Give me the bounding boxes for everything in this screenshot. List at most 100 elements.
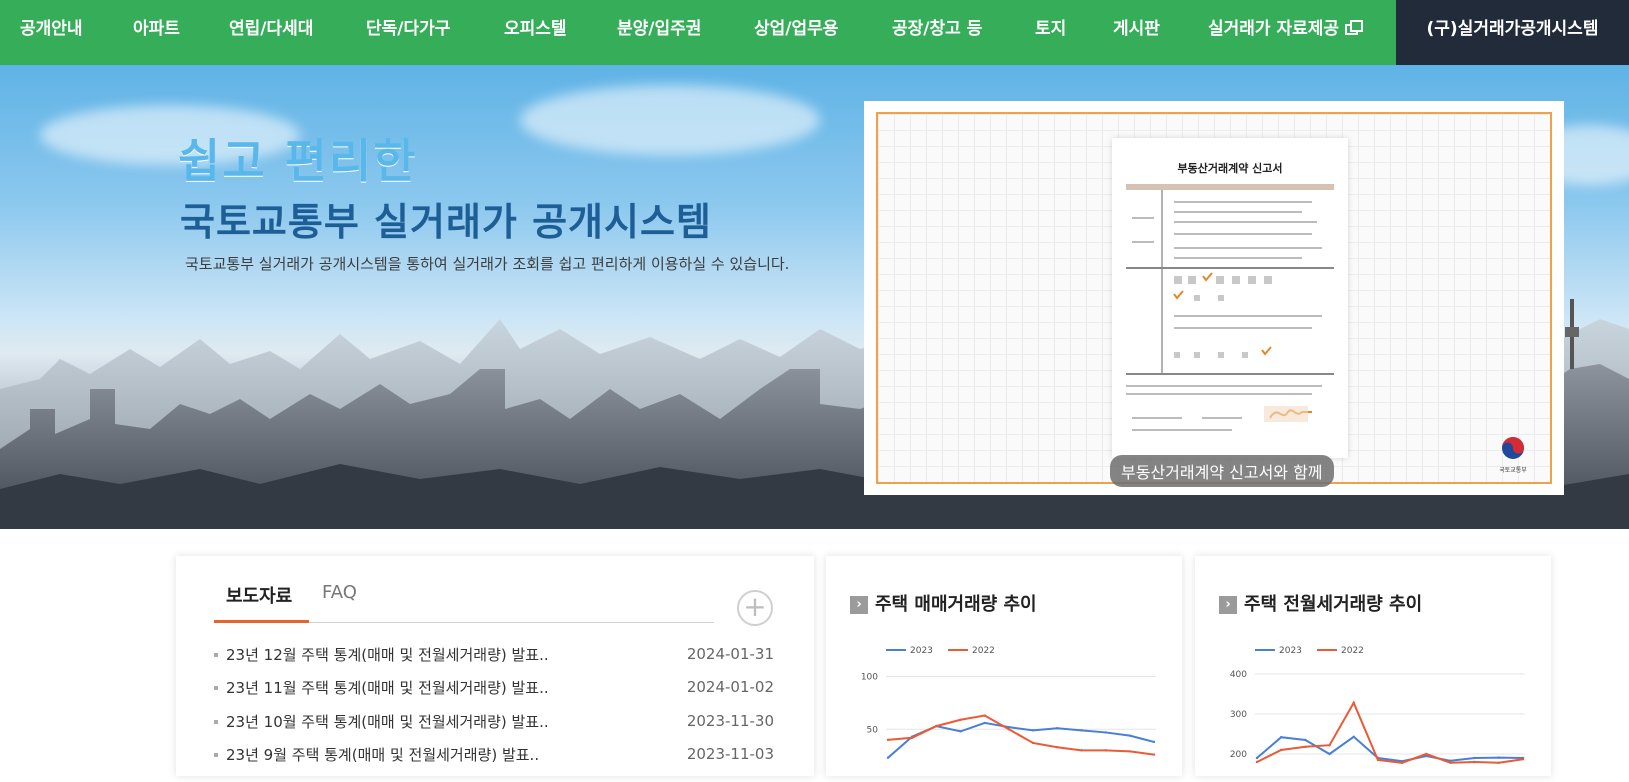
data-point	[1521, 758, 1525, 761]
data-point	[1304, 745, 1307, 748]
old-system-label: (구)실거래가공개시스템	[1426, 19, 1599, 39]
nav-item-label: 공장/창고 등	[892, 19, 983, 39]
bullet-icon	[214, 686, 218, 690]
data-point	[1128, 734, 1132, 737]
news-list-item[interactable]: 23년 9월 주택 통계(매매 및 전월세거래량) 발표.. 2023-11-0…	[214, 744, 774, 768]
data-point	[1056, 727, 1059, 730]
chart-title[interactable]: › 주택 전월세거래량 추이	[1219, 590, 1422, 616]
data-point	[1152, 753, 1156, 756]
data-point	[886, 756, 890, 759]
data-point	[1352, 701, 1355, 704]
nav-item-presale[interactable]: 분양/입주권	[617, 0, 701, 65]
news-title: 23년 10월 주택 통계(매매 및 전월세거래량) 발표..	[226, 713, 549, 731]
series-line-2023	[1256, 735, 1524, 763]
cloud	[520, 85, 820, 155]
promo-video[interactable]: 부동산거래계약 신고서 부동산거래계약 신고서와 함께 국토교통부	[864, 101, 1564, 495]
bullet-icon	[214, 720, 218, 724]
nav-item-factory[interactable]: 공장/창고 등	[892, 0, 982, 65]
news-title: 23년 9월 주택 통계(매매 및 전월세거래량) 발표..	[226, 746, 540, 764]
nav-item-label: 분양/입주권	[617, 19, 702, 39]
external-link-icon	[1345, 20, 1364, 35]
data-point	[1255, 756, 1259, 760]
series-line-2022	[887, 714, 1155, 756]
data-point	[1056, 746, 1059, 749]
nav-item-label: 단독/다가구	[366, 19, 451, 39]
y-tick-label: 100	[861, 673, 878, 683]
contract-document-illustration: 부동산거래계약 신고서	[1112, 138, 1348, 458]
legend-label: 2022	[1341, 646, 1364, 656]
rent-volume-chart-panel: › 주택 전월세거래량 추이 2023 2022 200 300 400	[1195, 556, 1551, 776]
news-title: 23년 11월 주택 통계(매매 및 전월세거래량) 발표..	[226, 679, 549, 697]
news-list-item[interactable]: 23년 11월 주택 통계(매매 및 전월세거래량) 발표.. 2024-01-…	[214, 677, 774, 701]
hero-title-line1: 쉽고 편리한	[178, 134, 418, 188]
data-point	[1473, 756, 1476, 760]
data-point	[1376, 758, 1380, 762]
data-point	[1080, 729, 1083, 732]
data-point	[1080, 749, 1083, 752]
plus-circle-icon[interactable]: +	[737, 590, 773, 626]
data-point	[910, 736, 914, 739]
tab-active-indicator	[214, 620, 309, 623]
data-point	[1104, 749, 1107, 752]
video-caption: 부동산거래계약 신고서와 함께	[1110, 455, 1334, 487]
nav-item-officetel[interactable]: 오피스텔	[504, 0, 567, 65]
news-date: 2024-01-31	[686, 645, 774, 663]
data-point	[983, 721, 986, 725]
nav-item-label: 오피스텔	[504, 19, 567, 39]
nav-item-house[interactable]: 단독/다가구	[366, 0, 450, 65]
y-tick-label: 50	[867, 725, 879, 735]
nav-item-guide[interactable]: 공개안내	[20, 0, 83, 65]
tab-press-release[interactable]: 보도자료	[226, 582, 292, 608]
data-point	[1031, 729, 1035, 732]
chart-title[interactable]: › 주택 매매거래량 추이	[850, 590, 1037, 616]
news-list-item[interactable]: 23년 10월 주택 통계(매매 및 전월세거래량) 발표.. 2023-11-…	[214, 711, 774, 735]
data-point	[1279, 748, 1283, 752]
data-point	[1152, 740, 1156, 744]
y-tick-label: 400	[1230, 670, 1247, 680]
nav-item-label: 토지	[1035, 19, 1067, 39]
legend-label: 2023	[910, 646, 933, 656]
data-point	[1128, 750, 1132, 753]
top-nav: 공개안내 아파트 연립/다세대 단독/다가구 오피스텔 분양/입주권 상업/업무…	[0, 0, 1629, 65]
nav-item-villa[interactable]: 연립/다세대	[229, 0, 313, 65]
taegeuk-logo-icon	[1502, 437, 1524, 459]
nav-item-apartment[interactable]: 아파트	[133, 0, 180, 65]
nav-item-label: 실거래가 자료제공	[1208, 19, 1340, 39]
chevron-right-icon: ›	[850, 596, 868, 614]
news-date: 2023-11-30	[686, 712, 774, 730]
news-date: 2024-01-02	[686, 678, 774, 696]
data-point	[1007, 728, 1011, 731]
nav-item-label: 상업/업무용	[754, 19, 839, 39]
data-point	[1425, 752, 1428, 756]
data-point	[1279, 736, 1283, 739]
hero-title-line2: 국토교통부 실거래가 공개시스템	[180, 200, 712, 244]
nav-item-land[interactable]: 토지	[1035, 0, 1066, 65]
nav-item-commercial[interactable]: 상업/업무용	[754, 0, 838, 65]
nav-item-board[interactable]: 게시판	[1113, 0, 1160, 65]
news-list-item[interactable]: 23년 12월 주택 통계(매매 및 전월세거래량) 발표.. 2024-01-…	[214, 644, 774, 668]
data-point	[886, 738, 890, 742]
chart-title-text: 주택 전월세거래량 추이	[1244, 594, 1423, 615]
tab-label: 보도자료	[226, 586, 293, 607]
chevron-right-icon: ›	[1219, 596, 1237, 614]
hero-description: 국토교통부 실거래가 공개시스템을 통하여 실거래가 조회를 쉽고 편리하게 이…	[185, 255, 790, 273]
data-point	[1031, 741, 1035, 745]
ministry-logo: 국토교통부	[1496, 436, 1530, 474]
nav-item-label: 아파트	[133, 19, 180, 39]
data-point	[1328, 752, 1331, 756]
tab-faq[interactable]: FAQ	[322, 582, 357, 603]
news-panel: 보도자료 FAQ + 23년 12월 주택 통계(매매 및 전월세거래량) 발표…	[176, 556, 814, 776]
bullet-icon	[214, 753, 218, 757]
nav-item-data-provision[interactable]: 실거래가 자료제공	[1208, 0, 1364, 65]
legend-label: 2023	[1279, 646, 1302, 656]
news-date: 2023-11-03	[686, 745, 774, 763]
old-system-link[interactable]: (구)실거래가공개시스템	[1396, 0, 1629, 65]
y-tick-label: 300	[1230, 710, 1247, 720]
data-point	[1304, 738, 1307, 742]
tab-label: FAQ	[322, 582, 357, 603]
nav-item-label: 공개안내	[20, 19, 83, 39]
nav-item-label: 연립/다세대	[229, 19, 314, 39]
data-point	[1352, 735, 1355, 738]
rent-volume-line-chart: 2023 2022 200 300 400	[1230, 646, 1525, 764]
hero-banner: 쉽고 편리한 국토교통부 실거래가 공개시스템 국토교통부 실거래가 공개시스템…	[0, 65, 1629, 529]
